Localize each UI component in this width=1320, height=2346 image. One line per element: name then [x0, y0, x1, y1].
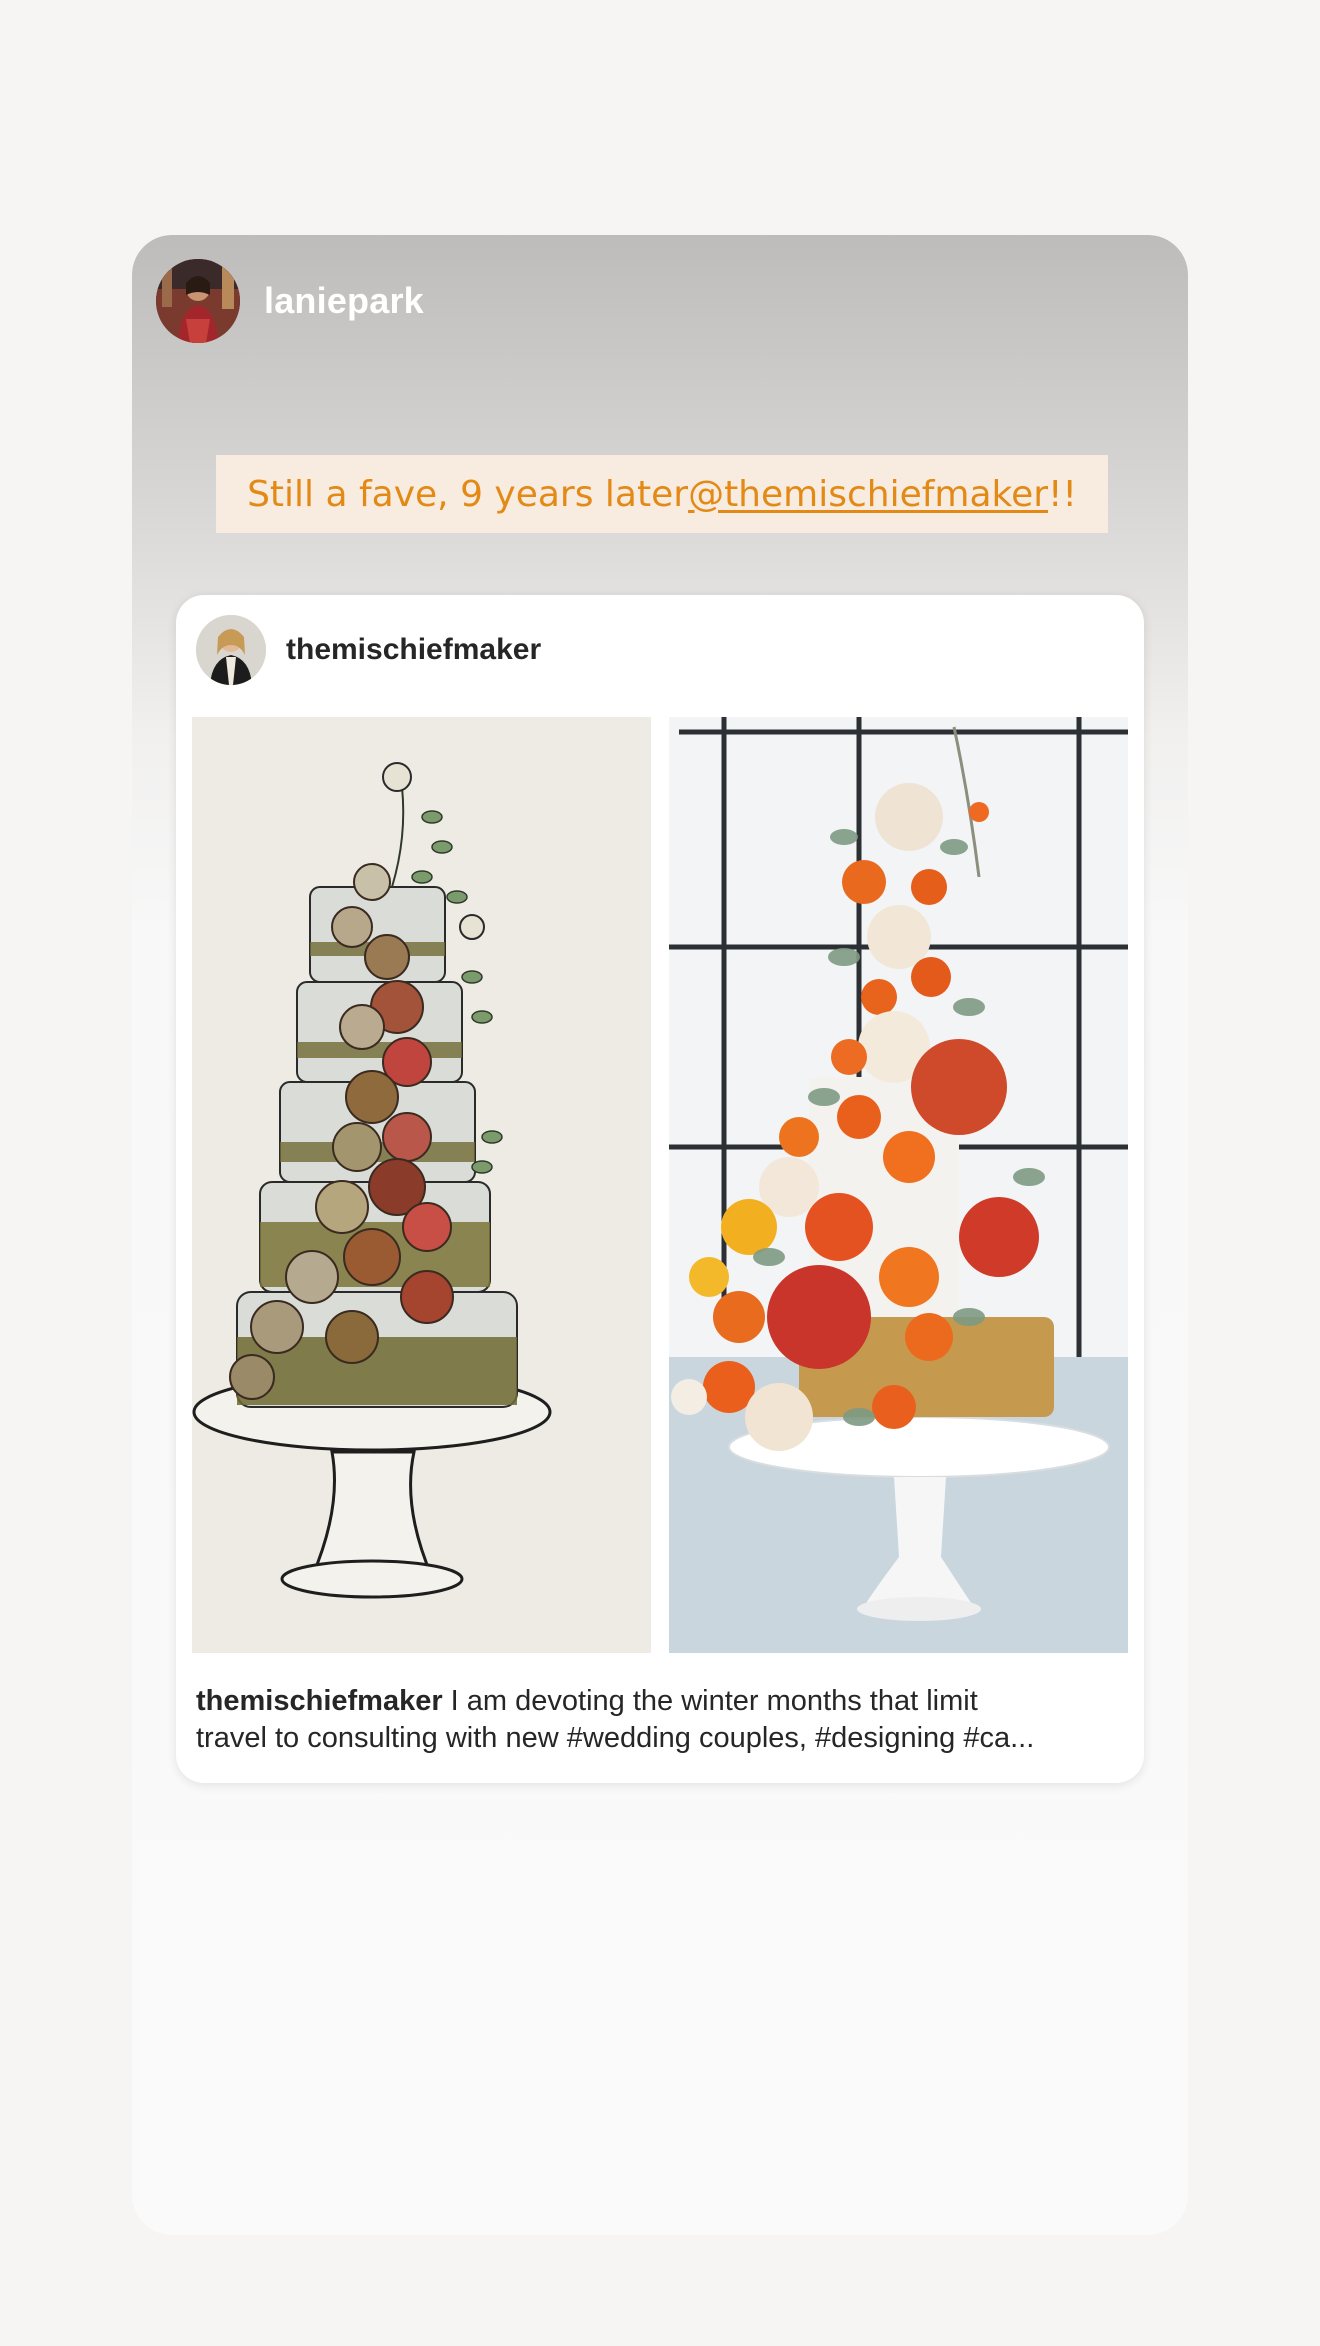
story-card: laniepark Still a fave, 9 years later @t…: [132, 235, 1188, 2235]
post-image[interactable]: [192, 717, 1128, 1653]
shared-post-card[interactable]: themischiefmaker themischiefmaker I am d…: [176, 595, 1144, 1783]
post-caption-line-1: themischiefmaker I am devoting the winte…: [196, 1683, 1126, 1720]
post-caption-text-1: I am devoting the winter months that lim…: [442, 1685, 978, 1717]
post-caption[interactable]: themischiefmaker I am devoting the winte…: [196, 1683, 1126, 1757]
story-header[interactable]: laniepark: [156, 259, 424, 343]
caption-prefix: Still a fave, 9 years later: [247, 473, 689, 515]
post-header[interactable]: themischiefmaker: [196, 615, 541, 685]
caption-suffix: !!: [1048, 473, 1077, 515]
post-avatar-image: [196, 615, 266, 685]
cake-sketch-image: [192, 717, 651, 1653]
post-caption-line-2: travel to consulting with new #wedding c…: [196, 1722, 1035, 1754]
post-username[interactable]: themischiefmaker: [286, 633, 541, 667]
story-avatar-image: [156, 259, 240, 343]
story-username[interactable]: laniepark: [264, 280, 424, 322]
cake-photo-illustration: [669, 717, 1128, 1653]
cake-sketch-illustration: [192, 717, 651, 1653]
caption-mention-link[interactable]: @themischiefmaker: [688, 474, 1048, 515]
story-avatar[interactable]: [156, 259, 240, 343]
post-avatar[interactable]: [196, 615, 266, 685]
post-caption-username[interactable]: themischiefmaker: [196, 1685, 443, 1717]
story-caption-sticker: Still a fave, 9 years later @themischief…: [216, 455, 1108, 533]
cake-photo-image: [669, 717, 1128, 1653]
